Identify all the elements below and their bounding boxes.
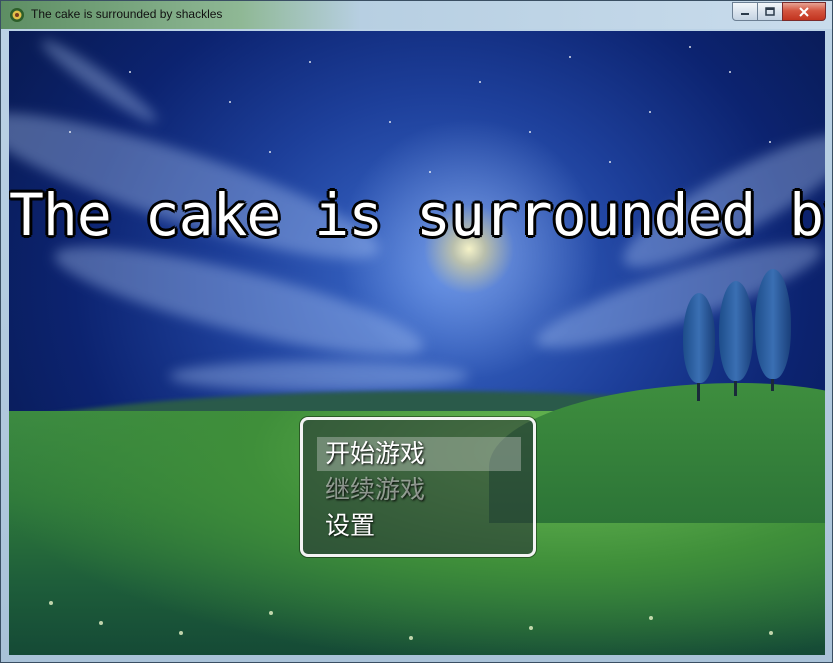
cypress-tree xyxy=(719,281,753,381)
minimize-button[interactable] xyxy=(732,2,758,21)
flower xyxy=(49,601,53,605)
star xyxy=(529,131,531,133)
star xyxy=(309,61,311,63)
star xyxy=(569,56,571,58)
window-titlebar[interactable]: The cake is surrounded by shackles xyxy=(1,1,832,29)
cypress-tree xyxy=(755,269,791,379)
menu-item-settings[interactable]: 设置 xyxy=(317,509,521,543)
star xyxy=(769,141,771,143)
star xyxy=(129,71,131,73)
star xyxy=(609,161,611,163)
close-button[interactable] xyxy=(782,2,826,21)
flower xyxy=(269,611,273,615)
menu-item-continue[interactable]: 继续游戏 xyxy=(317,473,521,507)
flower xyxy=(99,621,103,625)
star xyxy=(649,111,651,113)
title-menu: 开始游戏 继续游戏 设置 xyxy=(300,417,536,557)
star xyxy=(429,171,431,173)
maximize-icon xyxy=(765,6,775,16)
star xyxy=(729,71,731,73)
minimize-icon xyxy=(741,12,749,15)
close-icon xyxy=(799,6,809,17)
game-window: The cake is surrounded by shackles The c… xyxy=(0,0,833,663)
cloud xyxy=(169,361,469,391)
flower xyxy=(769,631,773,635)
flower xyxy=(649,616,653,620)
window-controls xyxy=(732,2,826,22)
game-viewport[interactable]: The cake is surrounded by shackles 开始游戏 … xyxy=(9,31,825,655)
game-title: The cake is surrounded by shackles xyxy=(9,181,825,249)
star xyxy=(269,151,271,153)
star xyxy=(689,46,691,48)
flower xyxy=(529,626,533,630)
window-title: The cake is surrounded by shackles xyxy=(31,7,223,21)
flower xyxy=(179,631,183,635)
game-app-icon xyxy=(10,8,24,22)
star xyxy=(389,121,391,123)
maximize-button[interactable] xyxy=(757,2,783,21)
star xyxy=(229,101,231,103)
star xyxy=(479,81,481,83)
menu-item-new-game[interactable]: 开始游戏 xyxy=(317,437,521,471)
cypress-tree xyxy=(683,293,715,383)
flower xyxy=(409,636,413,640)
star xyxy=(69,131,71,133)
